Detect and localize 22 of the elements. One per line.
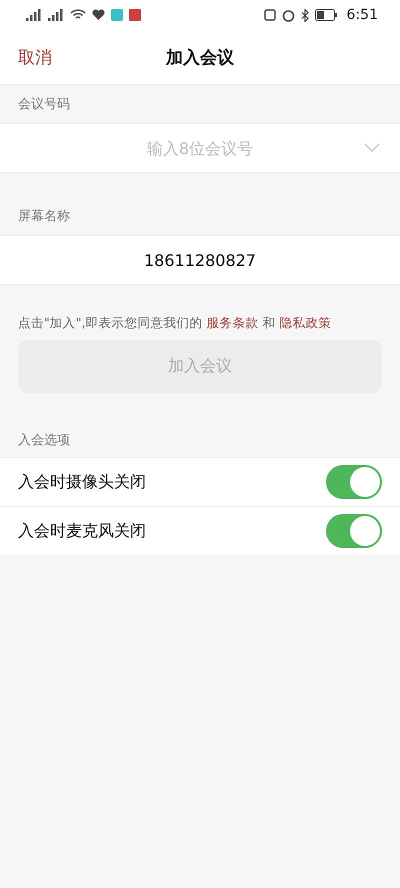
- option-label: 入会时摄像头关闭: [18, 472, 146, 492]
- section-label: 屏幕名称: [17, 208, 71, 226]
- chevron-down-icon[interactable]: [364, 143, 380, 153]
- privacy-link[interactable]: 隐私政策: [279, 315, 332, 330]
- bluetooth-icon: [300, 8, 309, 22]
- status-time: 6:51: [346, 7, 378, 23]
- agreement-text: 点击"加入",即表示您同意我们的 服务条款 和 隐私政策: [18, 315, 332, 332]
- wifi-icon: [70, 9, 86, 21]
- section-label: 会议号码: [17, 96, 71, 114]
- page-title: 加入会议: [166, 46, 234, 68]
- toggle-switch[interactable]: [326, 465, 382, 499]
- heart-icon: [92, 9, 105, 21]
- signal-icon: [48, 9, 64, 21]
- signal-icon: [26, 9, 42, 21]
- cancel-button[interactable]: 取消: [18, 46, 52, 68]
- battery-icon: [314, 9, 337, 21]
- screen-name-field[interactable]: 18611280827: [0, 235, 400, 285]
- option-label: 入会时麦克风关闭: [18, 520, 146, 542]
- meeting-number-field[interactable]: 输入8位会议号: [0, 123, 400, 173]
- toggle-switch[interactable]: [326, 514, 382, 548]
- terms-link[interactable]: 服务条款: [206, 315, 258, 330]
- section-label: 入会选项: [17, 432, 71, 450]
